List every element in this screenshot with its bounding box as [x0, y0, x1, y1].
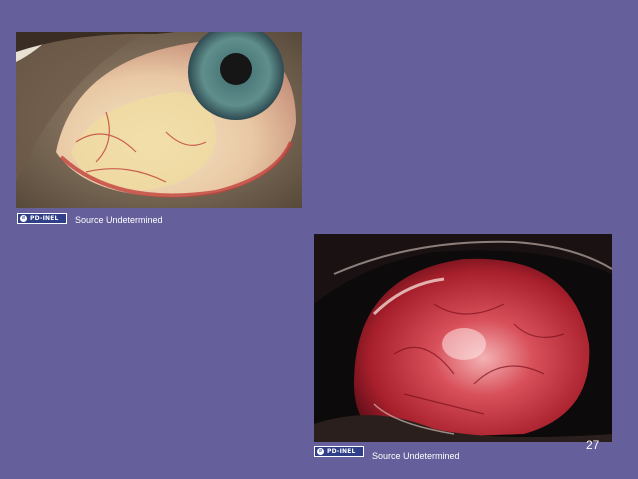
public-domain-icon: ø: [20, 215, 27, 222]
eye-photo-top-image: [16, 32, 302, 208]
source-caption: Source Undetermined: [75, 215, 163, 225]
eye-photo-bottom-image: [314, 234, 612, 442]
license-badge: ø PD-INEL: [314, 446, 364, 457]
license-badge-label: PD-INEL: [327, 448, 356, 455]
license-badge-label: PD-INEL: [30, 215, 59, 222]
eye-photo-top: [16, 32, 302, 208]
public-domain-icon: ø: [317, 448, 324, 455]
eye-photo-bottom: [314, 234, 612, 442]
page-number: 27: [586, 438, 600, 452]
source-caption: Source Undetermined: [372, 451, 460, 461]
license-badge: ø PD-INEL: [17, 213, 67, 224]
slide: ø PD-INEL Source Undetermined ø PD-INEL …: [0, 0, 638, 479]
